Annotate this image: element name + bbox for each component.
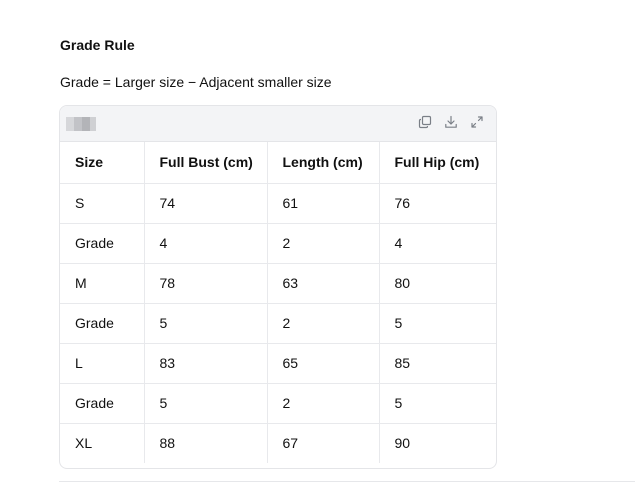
cell-length: 2 [267,383,380,424]
blurred-logo-icon [66,117,96,131]
table-toolbar [60,106,496,142]
cell-full-hip: 76 [379,183,496,224]
copy-icon[interactable] [418,115,432,129]
cell-full-hip: 4 [379,223,496,264]
page: Grade Rule Grade = Larger size − Adjacen… [0,0,635,489]
cell-full-bust: 83 [144,343,268,384]
download-icon[interactable] [444,115,458,129]
cell-size: Grade [60,383,145,424]
table-row: XL 88 67 90 [60,423,496,463]
cell-size: XL [60,423,145,463]
divider [59,481,635,482]
cell-size: Grade [60,303,145,344]
table-row: Grade 5 2 5 [60,303,496,344]
size-grade-table: Size Full Bust (cm) Length (cm) Full Hip… [60,142,496,463]
cell-full-hip: 90 [394,435,411,452]
cell-size: L [60,343,145,384]
cell-full-hip: 80 [379,263,496,304]
section-heading: Grade Rule [60,37,135,53]
table-row: S 74 61 76 [60,183,496,224]
cell-length: 65 [267,343,380,384]
cell-full-bust: 4 [144,223,268,264]
header-full-hip: Full Hip (cm) [379,142,496,184]
cell-length: 2 [267,303,380,344]
cell-length: 61 [267,183,380,224]
cell-full-bust: 5 [144,383,268,424]
cell-full-bust: 74 [144,183,268,224]
expand-icon[interactable] [470,115,484,129]
cell-full-bust: 88 [144,423,268,463]
table-card: Size Full Bust (cm) Length (cm) Full Hip… [59,105,497,469]
grade-formula: Grade = Larger size − Adjacent smaller s… [60,74,332,90]
table-row: L 83 65 85 [60,343,496,384]
cell-size: M [60,263,145,304]
cell-length: 67 [267,423,380,463]
table-row: M 78 63 80 [60,263,496,304]
table-row: Grade 4 2 4 [60,223,496,264]
cell-full-hip: 5 [379,303,496,344]
header-size: Size [60,142,145,184]
cell-length: 2 [267,223,380,264]
cell-full-bust: 5 [144,303,268,344]
table-row: Grade 5 2 5 [60,383,496,424]
table-header-row: Size Full Bust (cm) Length (cm) Full Hip… [60,142,496,184]
header-full-bust: Full Bust (cm) [144,142,268,184]
cell-full-hip: 85 [379,343,496,384]
cell-full-hip: 5 [379,383,496,424]
header-length: Length (cm) [267,142,380,184]
cell-full-bust: 78 [144,263,268,304]
cell-size: S [60,183,145,224]
cell-length: 63 [267,263,380,304]
cell-size: Grade [60,223,145,264]
